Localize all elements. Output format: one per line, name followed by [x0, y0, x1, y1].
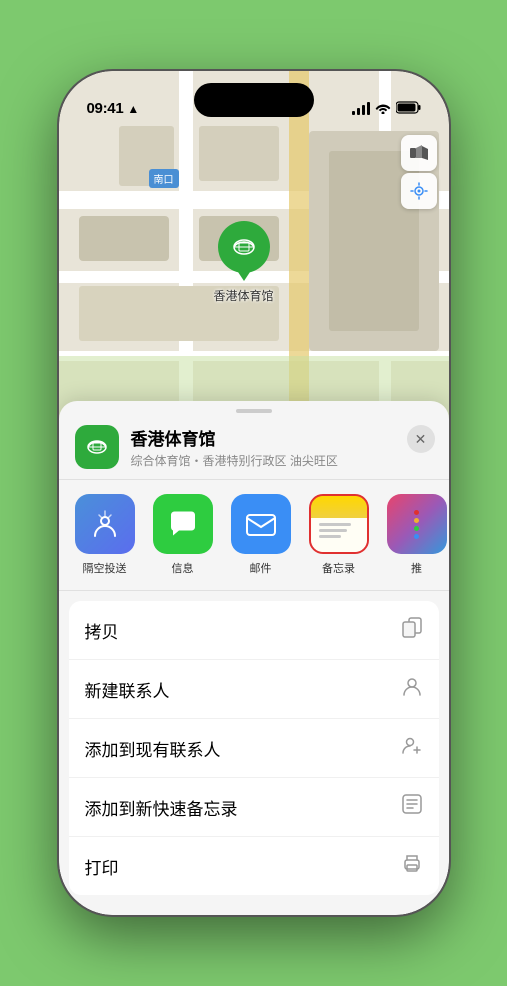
map-type-button[interactable]	[401, 135, 437, 171]
mail-icon	[231, 494, 291, 554]
venue-name: 香港体育馆	[131, 425, 433, 450]
more-share-label: 推	[411, 560, 422, 576]
action-print-label: 打印	[85, 854, 119, 879]
map-controls	[401, 135, 437, 209]
message-label: 信息	[172, 560, 194, 576]
signal-bar-2	[357, 108, 360, 115]
action-quick-note-label: 添加到新快速备忘录	[85, 795, 238, 820]
share-item-mail[interactable]: 邮件	[231, 494, 291, 576]
pin-dot	[241, 269, 247, 275]
bottom-sheet: 香港体育馆 综合体育馆・香港特别行政区 油尖旺区 ✕	[59, 401, 449, 915]
map-block	[79, 216, 169, 261]
airdrop-label: 隔空投送	[83, 560, 127, 576]
dynamic-island	[194, 83, 314, 117]
wifi-icon	[375, 100, 391, 117]
notes-icon	[309, 494, 369, 554]
copy-icon	[401, 616, 423, 644]
battery-icon	[396, 101, 421, 117]
status-icons	[352, 100, 421, 117]
signal-bar-4	[367, 102, 370, 115]
airdrop-icon	[75, 494, 135, 554]
map-label-nankou: 南口	[149, 169, 179, 188]
action-copy[interactable]: 拷贝	[69, 601, 439, 660]
more-icon	[387, 494, 447, 554]
phone-screen: 09:41 ▲	[59, 71, 449, 915]
pin-circle	[218, 221, 270, 273]
venue-header: 香港体育馆 综合体育馆・香港特别行政区 油尖旺区 ✕	[59, 413, 449, 479]
action-copy-label: 拷贝	[85, 618, 119, 643]
share-item-more[interactable]: 推	[387, 494, 447, 576]
signal-bar-1	[352, 111, 355, 115]
action-new-contact-label: 新建联系人	[85, 677, 170, 702]
signal-bars	[352, 102, 370, 115]
status-time: 09:41	[87, 100, 124, 117]
action-list: 拷贝 新建联系人	[69, 601, 439, 895]
mail-label: 邮件	[250, 560, 272, 576]
phone-frame: 09:41 ▲	[59, 71, 449, 915]
location-status-icon: ▲	[127, 102, 139, 116]
notes-label: 备忘录	[322, 560, 355, 576]
add-contact-icon	[401, 734, 423, 762]
action-add-existing[interactable]: 添加到现有联系人	[69, 719, 439, 778]
more-dot-blue	[414, 534, 419, 539]
share-item-airdrop[interactable]: 隔空投送	[75, 494, 135, 576]
map-block	[199, 126, 279, 181]
action-new-contact[interactable]: 新建联系人	[69, 660, 439, 719]
venue-icon	[75, 425, 119, 469]
stadium-pin[interactable]: 香港体育馆	[214, 221, 274, 304]
share-row: 隔空投送 信息	[59, 480, 449, 590]
more-dot-yellow	[414, 518, 419, 523]
share-item-notes[interactable]: 备忘录	[309, 494, 369, 576]
signal-bar-3	[362, 105, 365, 115]
more-dot-green	[414, 526, 419, 531]
venue-info: 香港体育馆 综合体育馆・香港特别行政区 油尖旺区	[131, 425, 433, 469]
location-button[interactable]	[401, 173, 437, 209]
stadium-pin-label: 香港体育馆	[214, 287, 274, 304]
close-button[interactable]: ✕	[407, 425, 435, 453]
new-contact-icon	[401, 675, 423, 703]
venue-subtitle: 综合体育馆・香港特别行政区 油尖旺区	[131, 452, 433, 469]
message-icon	[153, 494, 213, 554]
divider-2	[59, 590, 449, 591]
action-add-existing-label: 添加到现有联系人	[85, 736, 221, 761]
action-quick-note[interactable]: 添加到新快速备忘录	[69, 778, 439, 837]
action-print[interactable]: 打印	[69, 837, 439, 895]
share-item-message[interactable]: 信息	[153, 494, 213, 576]
more-dot-red	[414, 510, 419, 515]
print-icon	[401, 852, 423, 880]
quick-note-icon	[401, 793, 423, 821]
